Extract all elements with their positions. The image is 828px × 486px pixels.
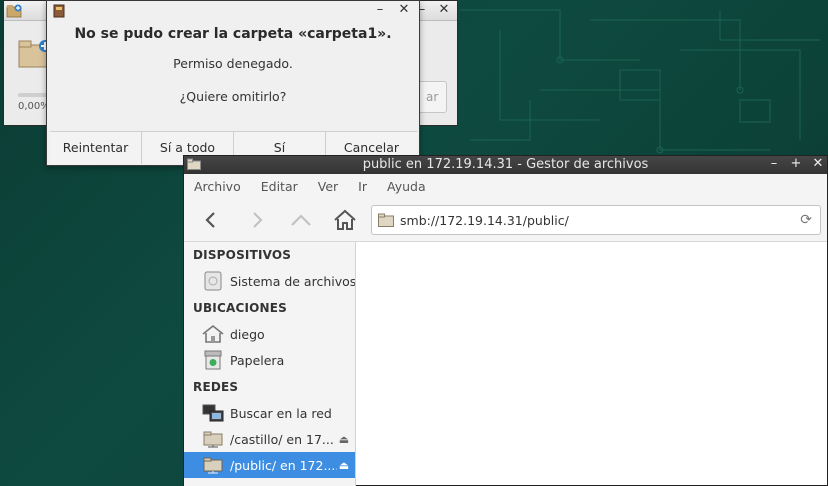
sidebar-item-label: diego [230,326,265,342]
eject-icon[interactable]: ⏏ [337,459,351,472]
menu-ver[interactable]: Ver [318,179,338,194]
forward-arrow-icon[interactable] [245,208,269,232]
menu-ir[interactable]: Ir [358,179,367,194]
location-bar[interactable]: smb://172.19.14.31/public/ ⟳ [371,205,821,235]
sidebar-item-trash[interactable]: Papelera [184,347,355,373]
menu-ayuda[interactable]: Ayuda [387,179,426,194]
menu-editar[interactable]: Editar [261,179,298,194]
network-folder-icon [202,428,224,450]
minimize-button[interactable]: – [373,2,387,18]
home-icon[interactable] [333,208,357,232]
sidebar-item-browse-network[interactable]: Buscar en la red [184,400,355,426]
up-arrow-icon[interactable] [289,208,313,232]
file-view-area[interactable] [356,242,827,485]
sidebar-item-filesystem[interactable]: Sistema de archivos [184,268,355,294]
sidebar-item-label: Buscar en la red [230,405,332,421]
sidebar-item-label: /castillo/ en 17... [230,431,334,447]
dialog-message: Permiso denegado. [173,56,293,71]
sidebar-item-castillo-share[interactable]: /castillo/ en 17... ⏏ [184,426,355,452]
sidebar-item-label: Papelera [230,352,285,368]
progress-percent: 0,00% [18,101,50,112]
eject-icon[interactable]: ⏏ [337,433,351,446]
drive-icon [202,270,224,292]
sidebar: DISPOSITIVOS Sistema de archivos UBICACI… [184,242,356,486]
sidebar-section-places: UBICACIONES [193,301,288,315]
close-button[interactable]: ✕ [811,156,825,172]
circuit-wallpaper-pattern [460,9,820,154]
network-icon [202,402,224,424]
sidebar-section-devices: DISPOSITIVOS [193,248,292,262]
close-button[interactable]: ✕ [437,2,451,18]
sidebar-item-label: /public/ en 172.... [230,457,337,473]
maximize-button[interactable]: + [789,156,803,172]
dialog-heading: No se pudo crear la carpeta «carpeta1». [74,26,392,42]
back-arrow-icon[interactable] [199,208,223,232]
error-dialog: – ✕ No se pudo crear la carpeta «carpeta… [46,0,420,166]
file-manager-window: public en 172.19.14.31 - Gestor de archi… [183,155,828,486]
dialog-app-icon [53,4,65,21]
menu-archivo[interactable]: Archivo [194,179,241,194]
home-icon [202,323,224,345]
reload-icon[interactable]: ⟳ [800,212,812,228]
menu-bar: Archivo Editar Ver Ir Ayuda [184,174,827,198]
sidebar-item-home[interactable]: diego [184,321,355,347]
sidebar-section-network: REDES [193,380,239,394]
sidebar-item-public-share[interactable]: /public/ en 172.... ⏏ [184,452,355,478]
retry-button[interactable]: Reintentar [50,132,142,164]
window-title: public en 172.19.14.31 - Gestor de archi… [362,157,649,172]
dialog-titlebar[interactable]: – ✕ [47,1,419,21]
file-manager-titlebar[interactable]: public en 172.19.14.31 - Gestor de archi… [184,156,827,174]
new-folder-icon [6,3,22,22]
network-folder-icon [202,454,224,476]
minimize-button[interactable]: – [767,156,781,172]
location-text: smb://172.19.14.31/public/ [400,213,569,228]
toolbar: smb://172.19.14.31/public/ ⟳ [184,198,827,242]
dialog-question: ¿Quiere omitirlo? [179,89,287,104]
trash-icon [202,349,224,371]
sidebar-item-label: Sistema de archivos [230,273,355,289]
folder-icon [378,213,394,230]
close-button[interactable]: ✕ [397,2,411,18]
